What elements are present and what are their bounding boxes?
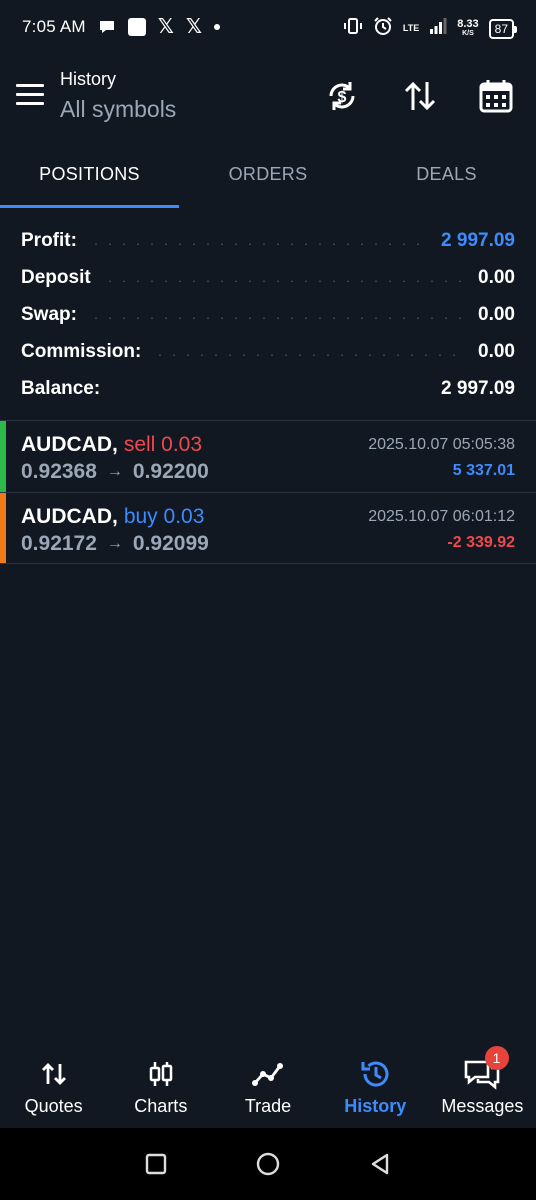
svg-text:$: $ bbox=[338, 89, 347, 106]
nav-charts[interactable]: Charts bbox=[107, 1044, 214, 1128]
position-symbol-line: AUDCAD, sell 0.03 bbox=[21, 433, 202, 457]
hamburger-menu-icon[interactable] bbox=[16, 84, 44, 106]
open-price: 0.92368 bbox=[21, 460, 97, 483]
nav-messages[interactable]: 1 Messages bbox=[429, 1044, 536, 1128]
sort-icon[interactable] bbox=[400, 76, 440, 116]
mt5-history-screen: 7:05 AM 𝕏 𝕏 LTE 8.33 K/S 87 History All … bbox=[0, 0, 536, 1200]
summary-label: Deposit bbox=[21, 266, 91, 288]
history-clock-icon bbox=[359, 1058, 391, 1090]
tab-orders[interactable]: ORDERS bbox=[179, 150, 357, 208]
battery-indicator: 87 bbox=[488, 18, 518, 39]
summary-value: 0.00 bbox=[478, 303, 515, 325]
currency-sync-icon[interactable]: $ bbox=[322, 76, 362, 116]
x-notification-icon-2: 𝕏 bbox=[185, 16, 203, 38]
lte-indicator: LTE bbox=[402, 23, 420, 33]
summary-value: 0.00 bbox=[478, 340, 515, 362]
nav-label: Quotes bbox=[24, 1096, 83, 1116]
dotted-leader bbox=[153, 353, 467, 356]
history-tabs: POSITIONS ORDERS DEALS bbox=[0, 150, 536, 208]
status-time: 7:05 AM bbox=[22, 17, 86, 36]
position-prices: 0.92172 → 0.92099 bbox=[21, 532, 209, 556]
summary-row-deposit: Deposit 0.00 bbox=[0, 259, 536, 296]
network-speed-value: 8.33 bbox=[457, 17, 479, 30]
summary-row-profit: Profit: 2 997.09 bbox=[0, 222, 536, 259]
position-symbol: AUDCAD, bbox=[21, 505, 118, 528]
home-circle-icon[interactable] bbox=[252, 1148, 284, 1180]
trend-line-icon bbox=[252, 1058, 284, 1090]
arrow-icon: → bbox=[106, 463, 123, 480]
position-symbol: AUDCAD, bbox=[21, 433, 118, 456]
chat-notification-icon bbox=[98, 18, 116, 36]
position-side-bar bbox=[0, 493, 6, 563]
back-triangle-icon[interactable] bbox=[364, 1148, 396, 1180]
positions-list: AUDCAD, sell 0.03 0.92368 → 0.92200 2025.… bbox=[0, 420, 536, 564]
position-time: 2025.10.07 05:05:38 bbox=[368, 436, 515, 453]
summary-label: Balance: bbox=[21, 377, 101, 399]
position-profit: 5 337.01 bbox=[452, 462, 515, 479]
dotted-leader bbox=[88, 316, 467, 319]
nav-label: Messages bbox=[441, 1096, 524, 1116]
page-title: History bbox=[60, 69, 117, 89]
nav-label: Trade bbox=[244, 1096, 292, 1116]
x-notification-icon: 𝕏 bbox=[157, 16, 174, 38]
close-price: 0.92099 bbox=[132, 532, 209, 555]
unread-badge: 1 bbox=[484, 1046, 509, 1070]
position-symbol-line: AUDCAD, buy 0.03 bbox=[21, 505, 204, 529]
position-row[interactable]: AUDCAD, sell 0.03 0.92368 → 0.92200 2025.… bbox=[0, 420, 536, 492]
nav-label: Charts bbox=[134, 1096, 188, 1116]
summary-value: 2 997.09 bbox=[441, 229, 515, 251]
nav-label: History bbox=[344, 1096, 407, 1116]
nav-history[interactable]: History bbox=[322, 1044, 429, 1128]
system-navigation-bar bbox=[0, 1128, 536, 1200]
tab-positions[interactable]: POSITIONS bbox=[0, 150, 179, 208]
more-notifications-dot-icon bbox=[214, 24, 221, 30]
summary-section: Profit: 2 997.09 Deposit 0.00 Swap: 0.00… bbox=[0, 222, 536, 407]
status-bar: 7:05 AM 𝕏 𝕏 LTE 8.33 K/S 87 bbox=[0, 0, 536, 54]
tab-deals[interactable]: DEALS bbox=[357, 150, 536, 208]
signal-icon bbox=[429, 18, 447, 39]
candlestick-icon bbox=[147, 1058, 175, 1090]
app-notification-icon bbox=[127, 18, 146, 36]
quotes-arrows-icon bbox=[40, 1058, 68, 1090]
position-profit: -2 339.92 bbox=[447, 534, 515, 551]
summary-value: 0.00 bbox=[478, 266, 515, 288]
dotted-leader bbox=[88, 242, 430, 245]
position-type: sell 0.03 bbox=[123, 433, 203, 456]
symbol-filter[interactable]: All symbols bbox=[60, 96, 176, 123]
position-row[interactable]: AUDCAD, buy 0.03 0.92172 → 0.92099 2025.1… bbox=[0, 492, 536, 564]
dotted-leader bbox=[102, 279, 467, 282]
bottom-navigation: Quotes Charts Trade History 1 Messages bbox=[0, 1044, 536, 1128]
recents-square-icon[interactable] bbox=[140, 1148, 172, 1180]
calendar-icon[interactable] bbox=[476, 76, 516, 116]
arrow-icon: → bbox=[106, 535, 123, 552]
summary-label: Commission: bbox=[21, 340, 142, 362]
summary-row-balance: Balance: 2 997.09 bbox=[0, 370, 536, 407]
summary-row-commission: Commission: 0.00 bbox=[0, 333, 536, 370]
network-speed: 8.33 K/S bbox=[457, 17, 479, 38]
nav-quotes[interactable]: Quotes bbox=[0, 1044, 107, 1128]
position-side-bar bbox=[0, 421, 6, 492]
network-speed-unit: K/S bbox=[462, 29, 474, 37]
summary-label: Swap: bbox=[21, 303, 77, 325]
nav-trade[interactable]: Trade bbox=[214, 1044, 321, 1128]
position-time: 2025.10.07 06:01:12 bbox=[368, 508, 515, 525]
summary-row-swap: Swap: 0.00 bbox=[0, 296, 536, 333]
alarm-icon bbox=[373, 16, 393, 41]
position-type: buy 0.03 bbox=[123, 505, 205, 528]
summary-label: Profit: bbox=[21, 229, 77, 251]
app-header: History All symbols $ bbox=[0, 54, 536, 150]
open-price: 0.92172 bbox=[21, 532, 97, 555]
close-price: 0.92200 bbox=[132, 460, 209, 483]
position-prices: 0.92368 → 0.92200 bbox=[21, 460, 209, 484]
vibrate-icon bbox=[343, 17, 363, 40]
summary-value: 2 997.09 bbox=[441, 377, 515, 399]
